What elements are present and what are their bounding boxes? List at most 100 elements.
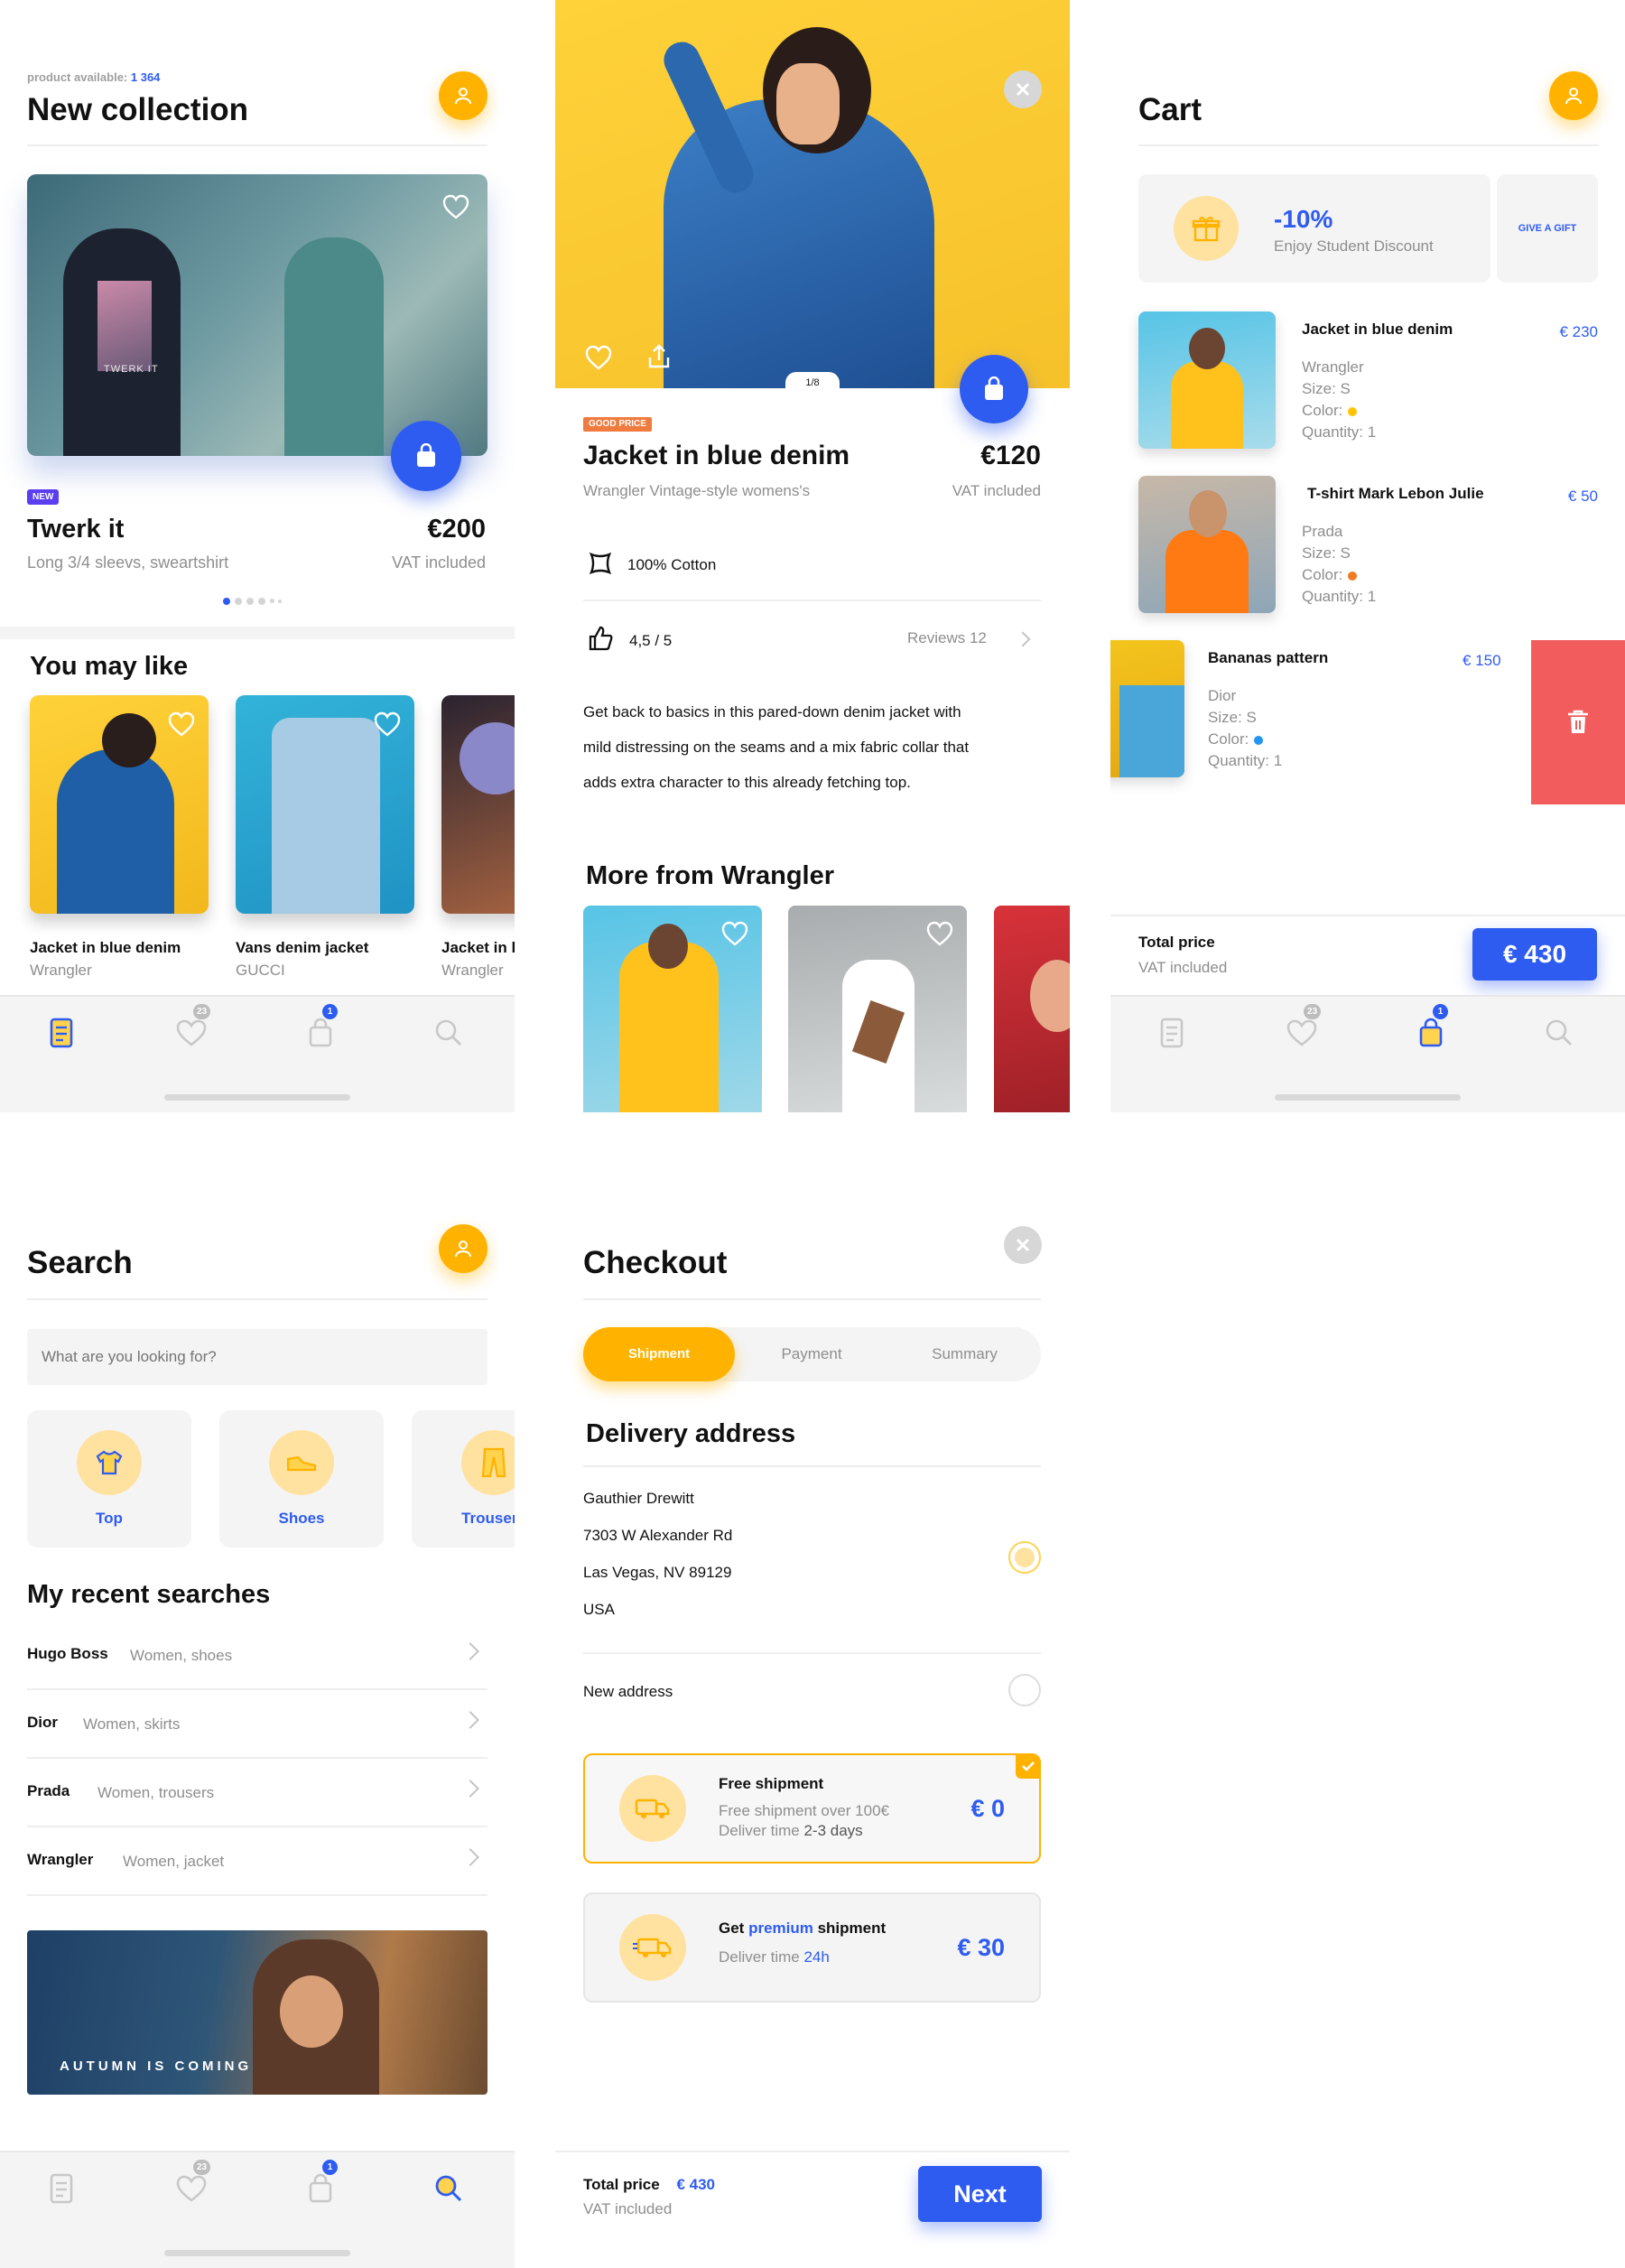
heart-icon[interactable] — [721, 921, 748, 946]
search-input[interactable] — [27, 1329, 488, 1385]
recent-search-row[interactable]: Dior Women, skirts — [27, 1690, 488, 1759]
rating-value: 4,5 / 5 — [629, 632, 673, 649]
delete-button[interactable] — [1531, 640, 1625, 804]
heart-icon[interactable] — [585, 345, 612, 370]
user-icon — [455, 88, 471, 105]
share-icon[interactable] — [646, 343, 672, 370]
catalog-icon[interactable] — [1154, 1015, 1190, 1051]
recent-query: Women, skirts — [83, 1715, 181, 1733]
search-icon[interactable] — [431, 2170, 467, 2207]
favorites-tab[interactable]: 23 — [1284, 1004, 1322, 1051]
search-icon[interactable] — [431, 1015, 467, 1051]
address-line: Gauthier Drewitt — [583, 1490, 694, 1507]
category-card-shoes[interactable]: Shoes — [219, 1410, 384, 1548]
premium-shipment-option[interactable]: Get premium shipment Deliver time 24h € … — [583, 1892, 1041, 2003]
like-brand: GUCCI — [236, 962, 285, 979]
favorites-tab[interactable]: 23 — [173, 1004, 211, 1051]
tab-payment[interactable]: Payment — [735, 1327, 888, 1381]
divider — [583, 1652, 1041, 1654]
cart-item-image[interactable] — [1138, 476, 1276, 613]
total-label: Total price € 430 — [583, 2176, 715, 2193]
heart-icon[interactable] — [168, 711, 195, 737]
bag-icon — [309, 1018, 332, 1047]
catalog-icon[interactable] — [43, 1015, 79, 1051]
page-title: Checkout — [583, 1245, 728, 1280]
profile-button[interactable] — [439, 71, 488, 120]
more-card-image[interactable] — [583, 906, 762, 1112]
hero-product-name: Twerk it — [27, 515, 125, 544]
like-card-image[interactable] — [30, 695, 209, 914]
cart-item-image[interactable] — [1138, 311, 1276, 449]
product-hero-image[interactable] — [555, 0, 1070, 388]
like-card-image[interactable] — [236, 695, 414, 914]
catalog-icon[interactable] — [43, 2170, 79, 2207]
cart-item-name: T-shirt Mark Lebon Julie — [1307, 485, 1484, 502]
category-card-trousers[interactable]: Trousers — [412, 1410, 515, 1548]
hero-product-price: €200 — [427, 515, 486, 544]
recent-search-row[interactable]: Wrangler Women, jacket — [27, 1827, 488, 1896]
tab-summary[interactable]: Summary — [888, 1327, 1041, 1381]
new-address-radio[interactable] — [1008, 1674, 1041, 1706]
heart-icon[interactable] — [374, 711, 401, 737]
next-button[interactable]: Next — [918, 2166, 1042, 2222]
close-button[interactable] — [1004, 1226, 1042, 1264]
profile-button[interactable] — [1549, 71, 1598, 120]
reviews-link[interactable]: Reviews 12 — [907, 629, 987, 647]
carousel-dots[interactable] — [223, 598, 295, 605]
more-card-image[interactable] — [994, 906, 1070, 1112]
heart-icon[interactable] — [926, 921, 953, 946]
figure-jacket — [284, 237, 384, 456]
trousers-icon — [481, 1447, 506, 1478]
cart-item-price: € 150 — [1462, 652, 1501, 669]
cart-item-name: Bananas pattern — [1208, 649, 1329, 666]
search-icon[interactable] — [1541, 1015, 1577, 1051]
cart-item-qty: Quantity: 1 — [1208, 752, 1283, 769]
give-gift-button[interactable]: GIVE A GIFT — [1497, 174, 1598, 283]
recent-search-row[interactable]: Prada Women, trousers — [27, 1759, 488, 1827]
collection-screen: product available: 1 364 New collection … — [0, 0, 515, 1112]
close-button[interactable] — [1004, 70, 1042, 108]
product-subtitle: Wrangler Vintage-style womens's — [583, 482, 811, 499]
shipment-title: Free shipment — [719, 1775, 824, 1792]
hero-product-image[interactable]: TWERK IT — [27, 174, 488, 456]
chevron-right-icon — [461, 1848, 479, 1866]
like-name: Jacket in l — [441, 939, 515, 956]
profile-button[interactable] — [439, 1224, 488, 1273]
like-card-image[interactable] — [441, 695, 515, 914]
add-to-bag-button[interactable] — [960, 355, 1028, 423]
total-vat: VAT included — [1138, 959, 1228, 976]
divider — [27, 1298, 488, 1300]
bag-tab[interactable]: 1 — [302, 2160, 339, 2207]
more-card-image[interactable] — [788, 906, 967, 1112]
discount-label: Enjoy Student Discount — [1274, 237, 1434, 255]
search-screen: Search Top Shoes Trousers My recent sear… — [0, 1156, 515, 2268]
cart-count-badge: 1 — [1433, 1004, 1448, 1019]
recent-query: Women, trousers — [98, 1784, 215, 1801]
add-to-bag-button[interactable] — [391, 421, 461, 491]
free-shipment-option[interactable]: Free shipment Free shipment over 100€ De… — [583, 1753, 1041, 1864]
image-counter: 1/8 — [785, 372, 840, 394]
tab-shipment[interactable]: Shipment — [583, 1327, 735, 1381]
cart-item-qty: Quantity: 1 — [1302, 588, 1377, 605]
recent-query: Women, shoes — [130, 1647, 233, 1664]
recent-search-row[interactable]: Hugo Boss Women, shoes — [27, 1622, 488, 1690]
bag-tab[interactable]: 1 — [302, 1004, 339, 1051]
favorites-tab[interactable]: 23 — [173, 2160, 211, 2207]
discount-card[interactable]: -10% Enjoy Student Discount — [1138, 174, 1490, 283]
banner-text: AUTUMN IS COMING — [60, 2059, 253, 2074]
section-title: You may like — [30, 652, 189, 681]
total-label: Total price — [1138, 934, 1215, 951]
promo-banner[interactable]: AUTUMN IS COMING — [27, 1930, 488, 2095]
new-address-label[interactable]: New address — [583, 1683, 673, 1701]
checkout-total-button[interactable]: € 430 — [1472, 928, 1597, 981]
description-line: adds extra character to this already fet… — [583, 774, 911, 791]
category-card-top[interactable]: Top — [27, 1410, 191, 1548]
bag-tab[interactable]: 1 — [1413, 1004, 1449, 1051]
heart-icon — [176, 1019, 207, 1046]
thumbs-up-icon — [589, 626, 613, 651]
chevron-right-icon[interactable] — [1015, 631, 1031, 647]
divider — [1110, 915, 1625, 916]
address-radio-selected[interactable] — [1008, 1541, 1041, 1574]
cart-item-image[interactable] — [1110, 640, 1184, 777]
heart-icon[interactable] — [442, 194, 469, 219]
